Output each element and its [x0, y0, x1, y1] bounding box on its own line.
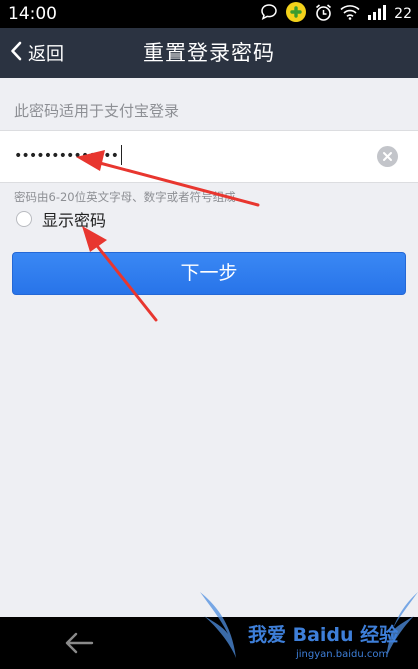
password-field[interactable]: ••••••••••••••: [0, 130, 418, 183]
clear-input-button[interactable]: [377, 146, 398, 167]
alarm-icon: [314, 3, 333, 26]
text-caret: [121, 144, 123, 165]
close-icon: [383, 152, 392, 161]
show-password-radio[interactable]: [16, 211, 32, 227]
show-password-label: 显示密码: [42, 211, 107, 230]
status-bar: 14:00 22: [0, 0, 418, 28]
app-badge-icon: [285, 1, 307, 27]
status-time: 14:00: [8, 4, 57, 24]
status-icons: 22: [260, 1, 412, 27]
back-label: 返回: [28, 44, 64, 65]
back-button[interactable]: 返回: [10, 28, 64, 78]
password-usage-hint: 此密码适用于支付宝登录: [14, 102, 180, 120]
show-password-toggle[interactable]: 显示密码: [16, 208, 106, 230]
arrow-left-icon: [65, 632, 94, 654]
wifi-icon: [340, 4, 360, 24]
next-step-button[interactable]: 下一步: [12, 252, 406, 295]
watermark-url: jingyan.baidu.com: [296, 649, 389, 660]
screen: 14:00 22 重置登录密码 返回 此密码适用于支付宝登录 •••••••••…: [0, 0, 418, 669]
signal-icon: [367, 4, 387, 24]
password-value: ••••••••••••••: [14, 148, 119, 164]
system-back-button[interactable]: [62, 629, 96, 657]
battery-level: 22: [394, 6, 412, 22]
chevron-left-icon: [10, 41, 22, 65]
password-input[interactable]: ••••••••••••••: [14, 131, 123, 182]
chat-icon: [260, 3, 278, 25]
password-rule-hint: 密码由6-20位英文字母、数字或者符号组成: [14, 190, 236, 204]
watermark-text: 我爱 Baidu 经验: [248, 624, 399, 646]
baidu-watermark: 我爱 Baidu 经验 jingyan.baidu.com: [200, 588, 418, 669]
nav-bar: 重置登录密码 返回: [0, 28, 418, 78]
